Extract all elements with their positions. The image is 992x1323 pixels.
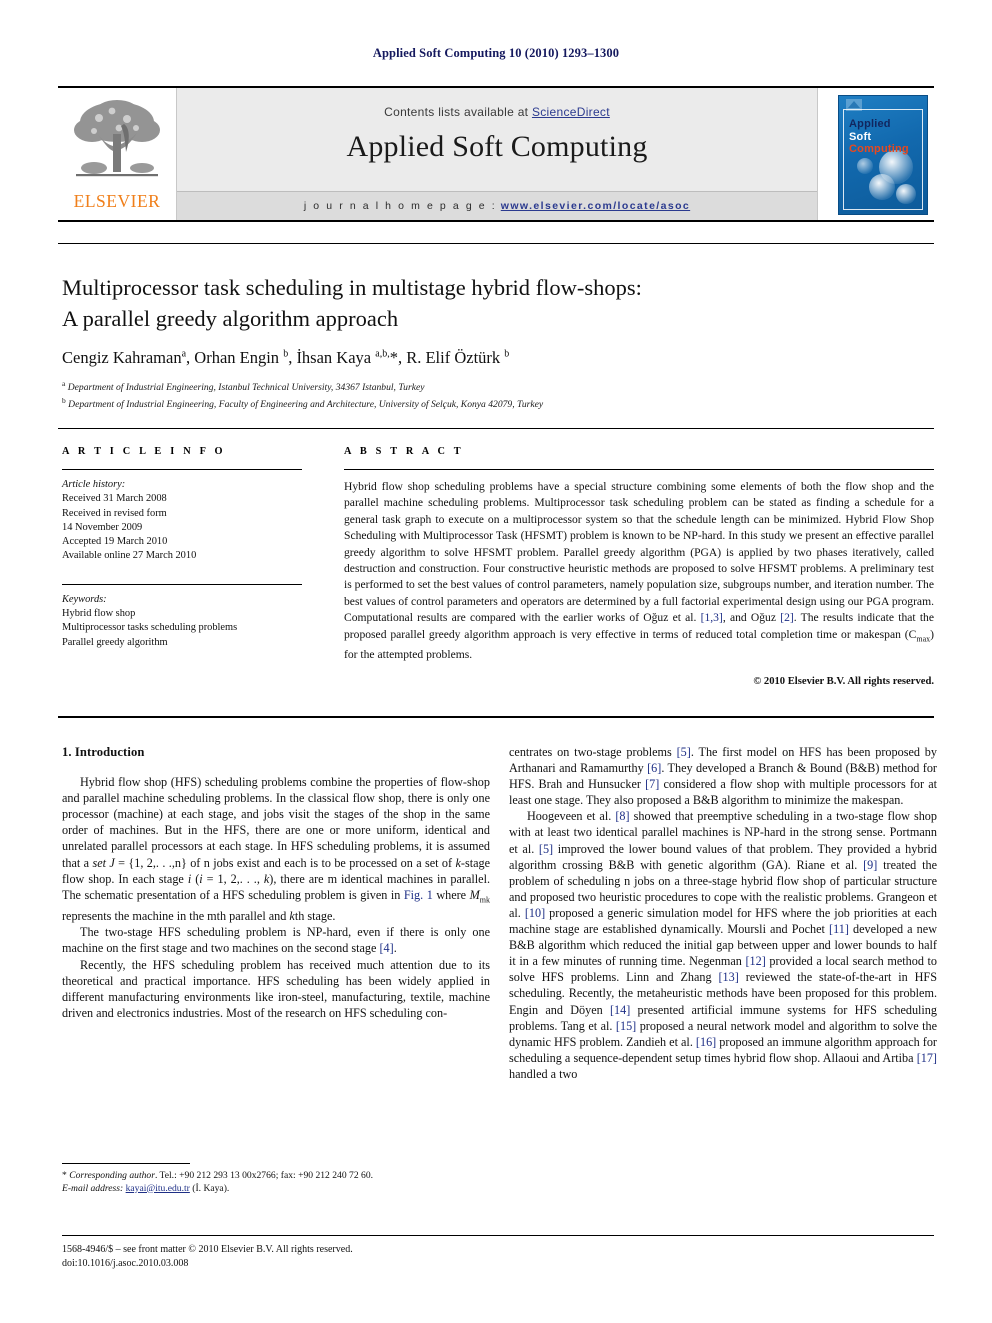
keywords-label: Keywords: <box>62 593 107 605</box>
elsevier-tree-icon <box>74 100 160 177</box>
body-paragraph: The two-stage HFS scheduling problem is … <box>62 925 490 956</box>
footer-divider <box>62 1235 934 1236</box>
keywords-block: Keywords: Hybrid flow shop Multiprocesso… <box>62 593 302 650</box>
keyword-item: Hybrid flow shop <box>62 608 136 620</box>
journal-title: Applied Soft Computing <box>346 130 648 163</box>
corresponding-author-note: * Corresponding author. Tel.: +90 212 29… <box>62 1170 374 1181</box>
affiliation-b-text: Department of Industrial Engineering, Fa… <box>68 399 544 411</box>
author-list: Cengiz Kahramana, Orhan Engin b, İhsan K… <box>62 348 510 367</box>
journal-cover-thumbnail: Applied Soft Computing <box>838 95 928 215</box>
affiliation-a-text: Department of Industrial Engineering, Is… <box>67 382 425 394</box>
affiliation-a: a Department of Industrial Engineering, … <box>62 379 425 394</box>
running-head: Applied Soft Computing 10 (2010) 1293–13… <box>372 46 620 60</box>
paper-page: Applied Soft Computing 10 (2010) 1293–13… <box>0 0 992 1323</box>
abstract-heading: A B S T R A C T <box>344 446 464 457</box>
footnote-divider <box>62 1163 190 1164</box>
article-history: Article history: Received 31 March 2008 … <box>62 478 302 564</box>
email-note: E-mail address: kayai@itu.edu.tr (İ. Kay… <box>62 1183 492 1196</box>
info-divider-bottom <box>58 716 934 718</box>
abstract-rule <box>344 469 934 470</box>
title-divider <box>58 243 934 248</box>
contents-available-line: Contents lists available at ScienceDirec… <box>177 105 817 119</box>
cover-title-line1: Applied <box>849 118 891 130</box>
section-heading-introduction: 1. Introduction <box>62 745 145 759</box>
body-column-left: 1. Introduction Hybrid flow shop (HFS) s… <box>62 744 490 1021</box>
footnote-block: * Corresponding author. Tel.: +90 212 29… <box>62 1170 492 1195</box>
body-paragraph: Hoogeveen et al. [8] showed that preempt… <box>509 809 938 1081</box>
abstract-copyright: © 2010 Elsevier B.V. All rights reserved… <box>753 675 934 687</box>
keyword-item: Multiprocessor tasks scheduling problems <box>62 622 238 634</box>
body-paragraph: centrates on two-stage problems [5]. The… <box>509 745 937 808</box>
masthead-center: Contents lists available at ScienceDirec… <box>176 88 818 220</box>
history-item: Accepted 19 March 2010 <box>62 536 168 548</box>
history-item: Received in revised form <box>62 507 167 519</box>
cover-publisher-emblem-icon <box>846 99 862 111</box>
cover-title-line2: Soft <box>849 130 872 143</box>
article-info-heading: A R T I C L E I N F O <box>62 446 226 457</box>
doi-line: doi:10.1016/j.asoc.2010.03.008 <box>62 1258 189 1269</box>
contents-prefix: Contents lists available at <box>384 105 532 119</box>
issn-copyright-line: 1568-4946/$ – see front matter © 2010 El… <box>62 1244 353 1255</box>
elsevier-wordmark: ELSEVIER <box>73 191 161 211</box>
cover-title-line3: Computing <box>849 143 909 155</box>
email-label: E-mail address: <box>62 1182 124 1194</box>
history-item: 14 November 2009 <box>62 521 143 533</box>
keywords-rule <box>62 583 302 585</box>
info-divider-top <box>58 428 934 429</box>
journal-homepage-bar: j o u r n a l h o m e p a g e : www.else… <box>177 191 817 220</box>
article-info-column: A R T I C L E I N F O Article history: R… <box>62 446 302 650</box>
article-info-rule <box>62 469 302 470</box>
journal-masthead: ELSEVIER Contents lists available at Sci… <box>58 86 934 222</box>
article-history-label: Article history: <box>62 479 126 490</box>
article-title-line2: A parallel greedy algorithm approach <box>62 306 399 331</box>
email-link[interactable]: kayai@itu.edu.tr <box>126 1183 190 1194</box>
affiliation-b: b Department of Industrial Engineering, … <box>62 396 544 411</box>
sciencedirect-link[interactable]: ScienceDirect <box>532 105 610 119</box>
article-title: Multiprocessor task scheduling in multis… <box>62 272 822 334</box>
email-owner: (İ. Kaya). <box>192 1182 230 1194</box>
footer-block: 1568-4946/$ – see front matter © 2010 El… <box>62 1243 662 1271</box>
history-item: Received 31 March 2008 <box>62 493 167 505</box>
history-item: Available online 27 March 2010 <box>62 550 197 562</box>
body-column-right: centrates on two-stage problems [5]. The… <box>509 744 937 1082</box>
body-paragraph: Recently, the HFS scheduling problem has… <box>62 957 490 1020</box>
elsevier-logo: ELSEVIER <box>64 94 170 214</box>
body-paragraph: Hybrid flow shop (HFS) scheduling proble… <box>62 775 491 924</box>
keyword-item: Parallel greedy algorithm <box>62 636 168 648</box>
article-title-line1: Multiprocessor task scheduling in multis… <box>62 275 642 300</box>
journal-homepage-link[interactable]: www.elsevier.com/locate/asoc <box>501 200 690 212</box>
affiliations: a Department of Industrial Engineering, … <box>62 377 882 412</box>
abstract-text: Hybrid flow shop scheduling problems hav… <box>344 480 934 662</box>
abstract-column: A B S T R A C T Hybrid flow shop schedul… <box>344 446 934 687</box>
cover-title: Applied Soft Computing <box>849 118 909 156</box>
homepage-label: j o u r n a l h o m e p a g e : <box>303 200 497 212</box>
